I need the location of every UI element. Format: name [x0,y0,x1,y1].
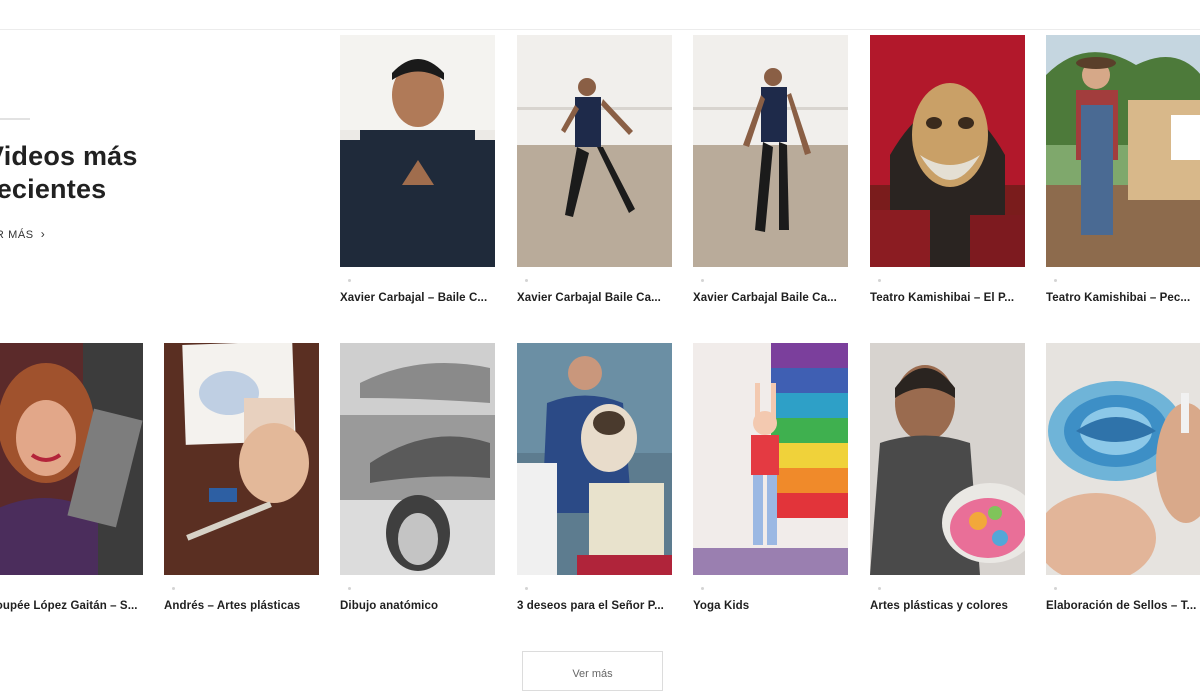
video-card[interactable]: Yoga Kids [693,343,848,612]
video-card[interactable]: Teatro Kamishibai – Pec... [1046,35,1200,304]
meta-dot [172,587,175,590]
meta-dot [1054,587,1057,590]
video-title[interactable]: Artes plásticas y colores [870,600,1028,612]
video-card[interactable]: Dibujo anatómico [340,343,495,612]
load-more-button[interactable]: Ver más [522,651,663,691]
video-thumbnail[interactable] [693,343,848,575]
video-thumbnail[interactable] [340,35,495,267]
video-title[interactable]: Xavier Carbajal Baile Ca... [517,292,675,304]
video-card[interactable]: Xavier Carbajal – Baile C... [340,35,495,304]
video-card[interactable]: Artes plásticas y colores [870,343,1025,612]
video-thumbnail[interactable] [0,343,143,575]
video-thumbnail[interactable] [340,343,495,575]
section-divider [0,118,30,120]
video-title[interactable]: Andrés – Artes plásticas [164,600,322,612]
meta-dot [1054,279,1057,282]
meta-dot [525,279,528,282]
video-title[interactable]: Xavier Carbajal – Baile C... [340,292,498,304]
video-thumbnail[interactable] [870,35,1025,267]
video-thumbnail[interactable] [870,343,1025,575]
meta-dot [348,279,351,282]
video-thumbnail[interactable] [517,343,672,575]
meta-dot [701,587,704,590]
top-bar [0,0,1200,30]
video-thumbnail[interactable] [1046,35,1200,267]
see-more-link[interactable]: VER MÁS › [0,227,45,241]
video-card[interactable]: Andrés – Artes plásticas [164,343,319,612]
video-card[interactable]: Xavier Carbajal Baile Ca... [693,35,848,304]
video-card[interactable]: Xavier Carbajal Baile Ca... [517,35,672,304]
video-thumbnail[interactable] [693,35,848,267]
video-title[interactable]: Yoga Kids [693,600,851,612]
meta-dot [525,587,528,590]
video-title[interactable]: Dibujo anatómico [340,600,498,612]
meta-dot [701,279,704,282]
video-thumbnail[interactable] [1046,343,1200,575]
section-title: Videos más recientes [0,141,138,204]
video-card[interactable]: Poupée López Gaitán – S... [0,343,143,612]
video-title[interactable]: Teatro Kamishibai – El P... [870,292,1028,304]
chevron-right-icon: › [40,227,46,241]
video-card[interactable]: 3 deseos para el Señor P... [517,343,672,612]
video-title[interactable]: Poupée López Gaitán – S... [0,600,146,612]
meta-dot [348,587,351,590]
video-card[interactable]: Teatro Kamishibai – El P... [870,35,1025,304]
video-thumbnail[interactable] [517,35,672,267]
video-thumbnail[interactable] [164,343,319,575]
see-more-label: VER MÁS [0,229,34,241]
video-title[interactable]: Elaboración de Sellos – T... [1046,600,1200,612]
video-title[interactable]: Teatro Kamishibai – Pec... [1046,292,1200,304]
video-title[interactable]: Xavier Carbajal Baile Ca... [693,292,851,304]
video-title[interactable]: 3 deseos para el Señor P... [517,600,675,612]
video-card[interactable]: Elaboración de Sellos – T... [1046,343,1200,612]
meta-dot [878,587,881,590]
meta-dot [878,279,881,282]
